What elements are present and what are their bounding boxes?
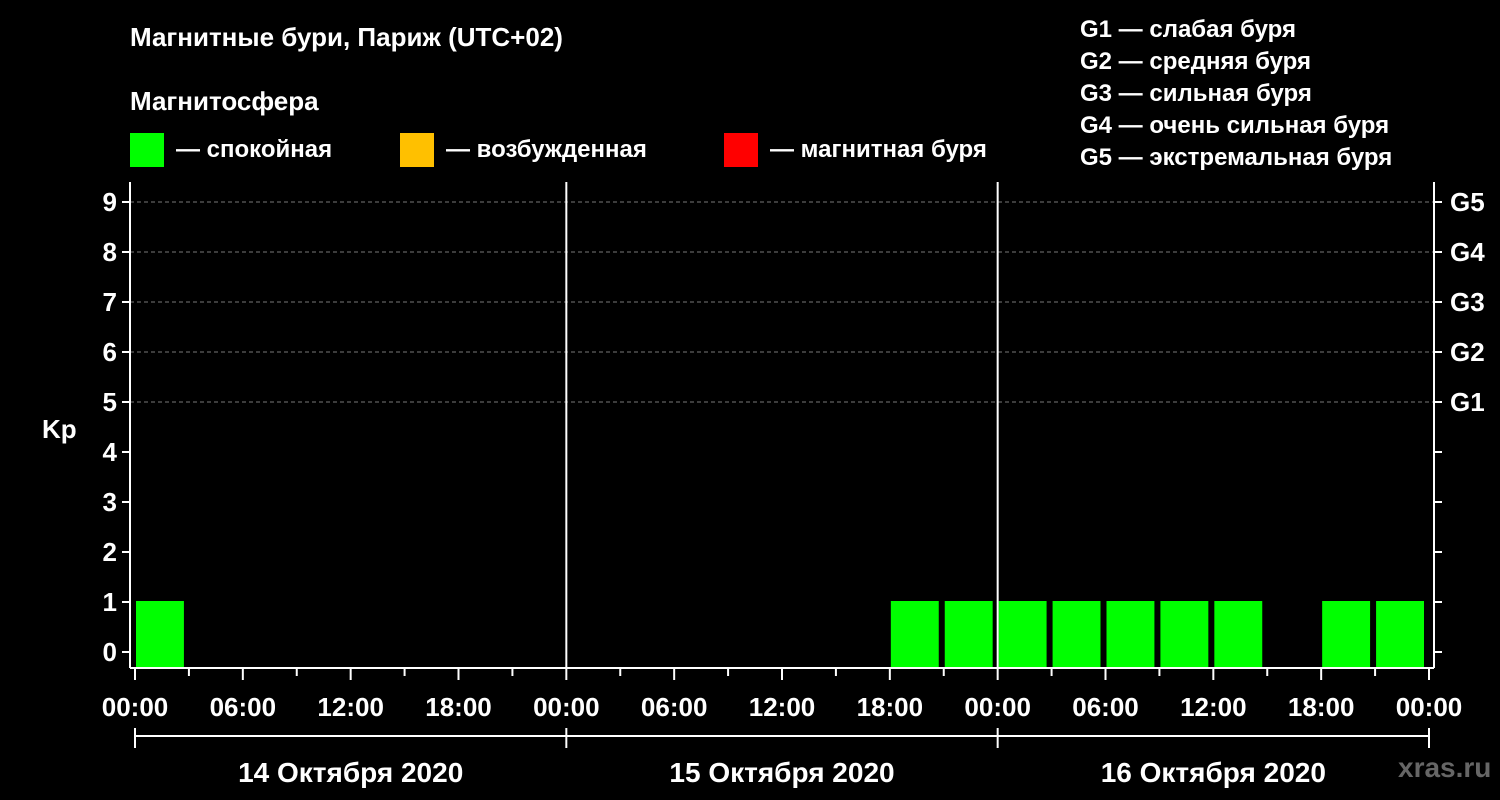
y-tick-label: 7 bbox=[103, 287, 117, 317]
kp-bar bbox=[944, 601, 993, 668]
storm-level-axis-label: G4 bbox=[1450, 237, 1485, 267]
kp-bar bbox=[1376, 601, 1424, 668]
x-tick-label: 12:00 bbox=[317, 692, 384, 722]
day-label: 15 Октября 2020 bbox=[669, 757, 894, 788]
x-tick-label: 18:00 bbox=[425, 692, 492, 722]
y-tick-label: 2 bbox=[103, 537, 117, 567]
y-tick-label: 8 bbox=[103, 237, 117, 267]
y-tick-label: 3 bbox=[103, 487, 117, 517]
x-tick-label: 18:00 bbox=[1288, 692, 1355, 722]
storm-level-axis-label: G3 bbox=[1450, 287, 1485, 317]
storm-level-axis-label: G5 bbox=[1450, 187, 1485, 217]
x-tick-label: 00:00 bbox=[1396, 692, 1463, 722]
kp-bar bbox=[1322, 601, 1371, 668]
x-tick-label: 00:00 bbox=[533, 692, 600, 722]
day-label: 14 Октября 2020 bbox=[238, 757, 463, 788]
kp-bar bbox=[136, 601, 184, 668]
y-tick-label: 1 bbox=[103, 587, 117, 617]
kp-bar bbox=[1106, 601, 1155, 668]
x-tick-label: 18:00 bbox=[857, 692, 924, 722]
kp-bar bbox=[1160, 601, 1209, 668]
kp-bar bbox=[1214, 601, 1263, 668]
x-tick-label: 06:00 bbox=[1072, 692, 1139, 722]
y-tick-label: 5 bbox=[103, 387, 117, 417]
y-tick-label: 0 bbox=[103, 637, 117, 667]
kp-chart: 0 1 2 3 4 5 6 7 8 9 G1 G2 G3 G4 G5 Kp 00:00 06:00 12:00 18:… bbox=[42, 182, 1485, 788]
kp-bar bbox=[890, 601, 939, 668]
x-tick-label: 06:00 bbox=[641, 692, 708, 722]
kp-bar bbox=[1052, 601, 1101, 668]
watermark: xras.ru bbox=[1398, 752, 1492, 783]
x-tick-label: 06:00 bbox=[210, 692, 277, 722]
y-tick-label: 9 bbox=[103, 187, 117, 217]
x-tick-label: 00:00 bbox=[964, 692, 1031, 722]
day-label: 16 Октября 2020 bbox=[1101, 757, 1326, 788]
x-tick-label: 00:00 bbox=[102, 692, 169, 722]
x-tick-label: 12:00 bbox=[749, 692, 816, 722]
kp-bar bbox=[998, 601, 1047, 668]
y-axis-label: Kp bbox=[42, 414, 77, 444]
x-tick-label: 12:00 bbox=[1180, 692, 1247, 722]
storm-level-axis-label: G2 bbox=[1450, 337, 1485, 367]
storm-level-axis-label: G1 bbox=[1450, 387, 1485, 417]
y-tick-label: 6 bbox=[103, 337, 117, 367]
y-tick-label: 4 bbox=[103, 437, 118, 467]
